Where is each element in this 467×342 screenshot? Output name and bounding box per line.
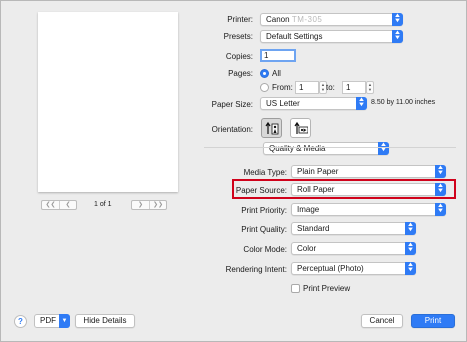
presets-label: Presets:	[223, 32, 253, 41]
previous-page-icon[interactable]: ❮	[59, 201, 76, 209]
print-quality-label: Print Quality:	[241, 225, 287, 234]
pages-from-label: From:	[272, 83, 293, 92]
pages-all-label: All	[272, 69, 281, 78]
page-indicator: 1 of 1	[94, 201, 112, 208]
color-mode-value: Color	[297, 244, 317, 253]
cancel-button[interactable]: Cancel	[361, 314, 403, 328]
hide-details-button[interactable]: Hide Details	[75, 314, 135, 328]
print-preview-checkbox[interactable]	[291, 284, 300, 293]
print-quality-value: Standard	[297, 224, 330, 233]
print-button[interactable]: Print	[411, 314, 455, 328]
pages-all-radio[interactable]	[260, 69, 269, 78]
pdf-label: PDF	[40, 316, 56, 325]
next-page-icon[interactable]: ❯	[132, 201, 149, 209]
print-priority-value: Image	[297, 205, 320, 214]
print-dialog: ❮❮ ❮ 1 of 1 ❯ ❯❯ Printer: Canon TM-305 ▲…	[0, 0, 467, 342]
paper-size-value: US Letter	[266, 99, 300, 108]
chevron-updown-icon: ▲ ▼	[435, 165, 446, 178]
color-mode-popup[interactable]: Color ▲ ▼	[291, 242, 416, 255]
pager-forward-buttons: ❯ ❯❯	[131, 200, 167, 210]
chevron-updown-icon: ▲ ▼	[405, 242, 416, 255]
landscape-orientation-button[interactable]	[290, 118, 311, 138]
paper-size-dimensions: 8.50 by 11.00 inches	[371, 99, 436, 106]
to-stepper-icon[interactable]: ▲ ▼	[366, 81, 374, 94]
pages-to-label: to:	[326, 83, 335, 92]
copies-label: Copies:	[225, 52, 253, 61]
orientation-label: Orientation:	[211, 125, 253, 134]
rendering-intent-label: Rendering Intent:	[225, 265, 287, 274]
pdf-menu-button[interactable]: PDF ▼	[34, 314, 70, 328]
copies-field[interactable]: 1	[260, 49, 296, 62]
pages-from-field[interactable]: 1	[295, 81, 319, 94]
preview-pager: ❮❮ ❮ 1 of 1 ❯ ❯❯	[41, 200, 174, 210]
pages-label: Pages:	[228, 69, 253, 78]
chevron-down-icon: ▼	[59, 314, 70, 328]
rendering-intent-value: Perceptual (Photo)	[297, 264, 364, 273]
page-preview	[38, 12, 178, 192]
pages-to-field[interactable]: 1	[342, 81, 366, 94]
chevron-updown-icon: ▲ ▼	[405, 222, 416, 235]
color-mode-label: Color Mode:	[243, 245, 287, 254]
paper-source-label: Paper Source:	[235, 186, 287, 195]
paper-source-value: Roll Paper	[297, 185, 335, 194]
section-value: Quality & Media	[269, 144, 326, 153]
media-type-value: Plain Paper	[297, 167, 339, 176]
media-type-popup[interactable]: Plain Paper ▲ ▼	[291, 165, 446, 178]
printer-popup[interactable]: Canon TM-305 ▲ ▼	[260, 13, 403, 26]
presets-value: Default Settings	[266, 32, 323, 41]
print-quality-popup[interactable]: Standard ▲ ▼	[291, 222, 416, 235]
print-priority-label: Print Priority:	[241, 206, 287, 215]
portrait-orientation-icon	[265, 121, 279, 135]
chevron-updown-icon: ▲ ▼	[435, 203, 446, 216]
print-preview-label: Print Preview	[303, 284, 351, 293]
chevron-updown-icon: ▲ ▼	[356, 97, 367, 110]
presets-popup[interactable]: Default Settings ▲ ▼	[260, 30, 403, 43]
printer-label: Printer:	[227, 15, 253, 24]
landscape-orientation-icon	[294, 121, 308, 134]
chevron-updown-icon: ▲ ▼	[392, 13, 403, 26]
help-button[interactable]: ?	[14, 315, 27, 328]
print-priority-popup[interactable]: Image ▲ ▼	[291, 203, 446, 216]
paper-source-popup[interactable]: Roll Paper ▲ ▼	[291, 183, 446, 196]
first-page-icon[interactable]: ❮❮	[42, 201, 59, 209]
chevron-updown-icon: ▲ ▼	[405, 262, 416, 275]
last-page-icon[interactable]: ❯❯	[149, 201, 166, 209]
section-divider	[204, 147, 456, 148]
printer-name: Canon	[266, 15, 290, 24]
chevron-updown-icon: ▲ ▼	[435, 183, 446, 196]
paper-size-label: Paper Size:	[211, 100, 253, 109]
pager-back-buttons: ❮❮ ❮	[41, 200, 77, 210]
pages-range-radio[interactable]	[260, 83, 269, 92]
printer-model: TM-305	[291, 15, 323, 24]
portrait-orientation-button[interactable]	[261, 118, 282, 138]
chevron-updown-icon: ▲ ▼	[392, 30, 403, 43]
media-type-label: Media Type:	[243, 168, 287, 177]
rendering-intent-popup[interactable]: Perceptual (Photo) ▲ ▼	[291, 262, 416, 275]
paper-size-popup[interactable]: US Letter ▲ ▼	[260, 97, 367, 110]
section-popup[interactable]: Quality & Media ▲ ▼	[263, 142, 389, 155]
chevron-updown-icon: ▲ ▼	[378, 142, 389, 155]
